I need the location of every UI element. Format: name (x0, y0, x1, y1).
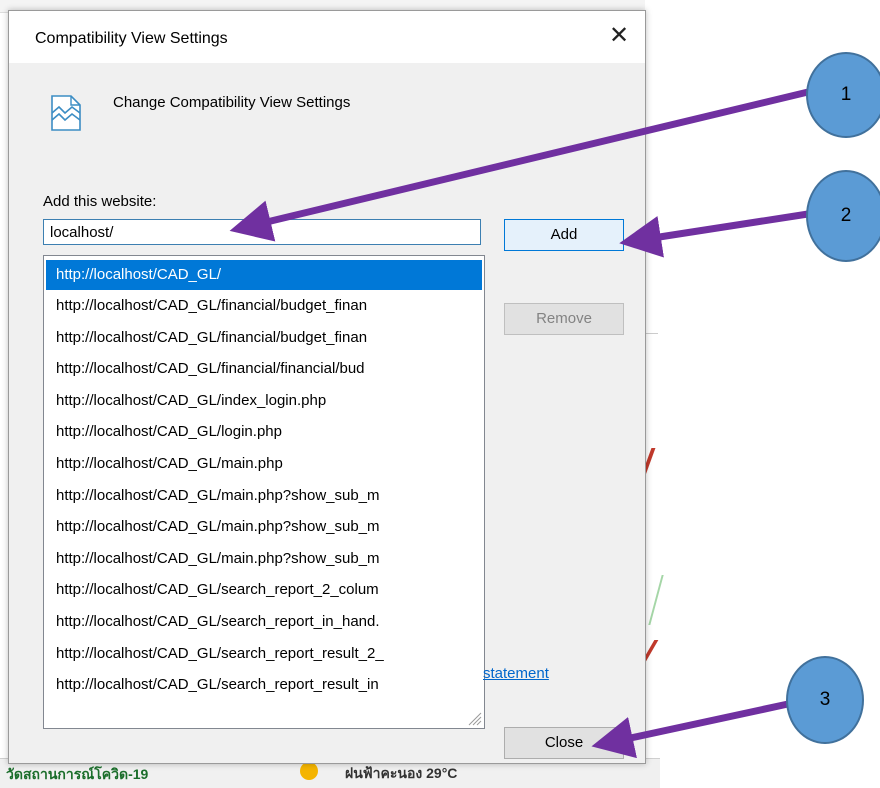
privacy-statement-link[interactable]: statement (483, 665, 549, 682)
dialog-titlebar[interactable]: Compatibility View Settings ✕ (9, 11, 645, 63)
remove-button[interactable]: Remove (504, 303, 624, 335)
website-list-item[interactable]: http://localhost/CAD_GL/search_report_2_… (44, 574, 474, 606)
taskbar-weather-text[interactable]: ฝนฟ้าคะนอง 29°C (345, 763, 457, 785)
compatibility-view-dialog: Compatibility View Settings ✕ Change Com… (8, 10, 646, 764)
header-text: Change Compatibility View Settings (113, 94, 351, 111)
website-list-item[interactable]: http://localhost/CAD_GL/search_report_re… (44, 669, 474, 701)
website-list-item[interactable]: http://localhost/CAD_GL/login.php (44, 416, 474, 448)
website-list-item[interactable]: http://localhost/CAD_GL/financial/budget… (44, 322, 474, 354)
website-list-item[interactable]: http://localhost/CAD_GL/main.php?show_su… (44, 543, 474, 575)
taskbar-news-text[interactable]: วัดสถานการณ์โควิด-19 (6, 764, 148, 786)
website-list-item[interactable]: http://localhost/CAD_GL/main.php?show_su… (44, 511, 474, 543)
website-list-item[interactable]: http://localhost/CAD_GL/search_report_re… (44, 638, 474, 670)
website-list-item[interactable]: http://localhost/CAD_GL/search_report_in… (44, 606, 474, 638)
website-list-item[interactable]: http://localhost/CAD_GL/ (46, 260, 482, 290)
dialog-title: Compatibility View Settings (35, 30, 228, 47)
website-list[interactable]: http://localhost/CAD_GL/http://localhost… (43, 255, 485, 729)
website-list-item[interactable]: http://localhost/CAD_GL/financial/budget… (44, 290, 474, 322)
add-button[interactable]: Add (504, 219, 624, 251)
website-list-item[interactable]: http://localhost/CAD_GL/index_login.php (44, 385, 474, 417)
add-website-label: Add this website: (43, 193, 157, 210)
website-list-item[interactable]: http://localhost/CAD_GL/main.php (44, 448, 474, 480)
add-website-input[interactable] (43, 219, 481, 245)
compatibility-broken-page-icon (51, 95, 81, 131)
website-list-item[interactable]: http://localhost/CAD_GL/main.php?show_su… (44, 480, 474, 512)
close-button[interactable]: Close (504, 727, 624, 759)
weather-sun-icon (300, 762, 318, 780)
callout-2: 2 (806, 170, 880, 262)
resize-grip-icon[interactable] (464, 708, 482, 726)
callout-1: 1 (806, 52, 880, 138)
close-icon[interactable]: ✕ (607, 23, 631, 49)
website-list-item[interactable]: http://localhost/CAD_GL/financial/financ… (44, 353, 474, 385)
callout-3: 3 (786, 656, 864, 744)
